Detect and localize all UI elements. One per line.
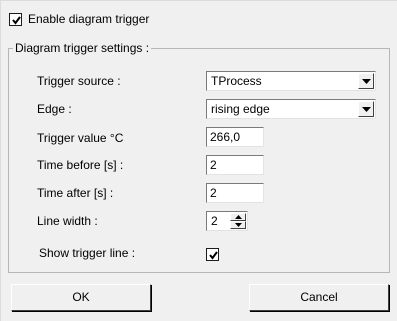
trigger-value-input[interactable] xyxy=(206,127,264,147)
triangle-down-icon xyxy=(235,223,242,227)
triangle-up-icon xyxy=(235,215,242,219)
trigger-source-select[interactable]: TProcess xyxy=(206,71,376,91)
cancel-button[interactable]: Cancel xyxy=(249,284,389,311)
trigger-source-label: Trigger source : xyxy=(37,74,121,88)
line-width-value[interactable]: 2 xyxy=(211,214,218,228)
show-trigger-line-checkbox[interactable] xyxy=(206,248,219,261)
enable-diagram-trigger-checkbox[interactable] xyxy=(9,13,22,26)
line-width-increase-button[interactable] xyxy=(230,213,246,221)
line-width-label: Line width : xyxy=(37,214,98,228)
edge-value: rising edge xyxy=(211,102,270,116)
line-width-spinner[interactable]: 2 xyxy=(206,211,248,231)
chevron-down-icon xyxy=(362,79,371,84)
ok-button[interactable]: OK xyxy=(11,284,151,311)
trigger-source-value: TProcess xyxy=(211,74,262,88)
trigger-settings-group-title: Diagram trigger settings : xyxy=(13,41,152,55)
enable-diagram-trigger-label[interactable]: Enable diagram trigger xyxy=(28,12,149,26)
check-icon xyxy=(12,16,21,25)
time-after-label: Time after [s] : xyxy=(37,186,114,200)
time-after-input[interactable] xyxy=(206,183,264,203)
diagram-trigger-dialog: Enable diagram trigger Diagram trigger s… xyxy=(0,0,397,321)
edge-select[interactable]: rising edge xyxy=(206,99,376,119)
chevron-down-icon xyxy=(362,107,371,112)
trigger-value-label: Trigger value °C xyxy=(37,131,124,145)
check-icon xyxy=(209,251,218,260)
edge-label: Edge : xyxy=(37,102,72,116)
time-before-input[interactable] xyxy=(206,155,264,175)
line-width-decrease-button[interactable] xyxy=(230,221,246,229)
trigger-source-dropdown-button[interactable] xyxy=(358,73,374,89)
time-before-label: Time before [s] : xyxy=(37,158,124,172)
edge-dropdown-button[interactable] xyxy=(358,101,374,117)
show-trigger-line-label: Show trigger line : xyxy=(39,246,136,260)
